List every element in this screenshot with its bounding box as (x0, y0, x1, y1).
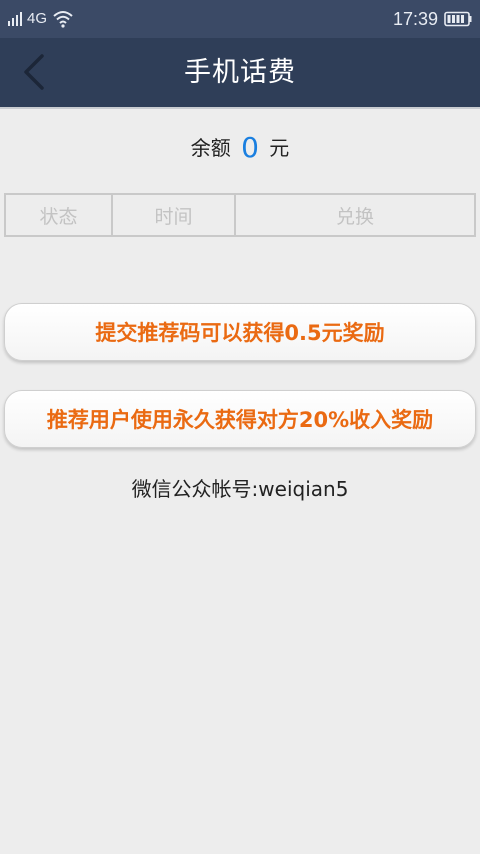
status-right: 17:39 (393, 8, 472, 30)
submit-referral-code-button[interactable]: 提交推荐码可以获得0.5元奖励 (4, 303, 476, 361)
records-table-header: 状态 时间 兑换 (4, 193, 476, 237)
refer-user-button[interactable]: 推荐用户使用永久获得对方20%收入奖励 (4, 390, 476, 448)
column-redeem: 兑换 (335, 205, 374, 228)
wechat-account-text: 微信公众帐号:weiqian5 (131, 477, 349, 501)
balance-unit: 元 (269, 136, 290, 160)
balance-value: 0 (241, 131, 259, 164)
network-type-label: 4G (27, 10, 48, 27)
battery-icon (444, 11, 472, 27)
column-time: 时间 (113, 195, 236, 235)
balance-row: 余额 0 元 (0, 128, 480, 168)
back-button[interactable] (14, 50, 58, 94)
chevron-left-icon (24, 54, 44, 90)
title-bar: 手机话费 (0, 38, 480, 109)
column-status: 状态 (6, 195, 113, 235)
page-title: 手机话费 (184, 57, 296, 88)
status-bar: 4G 17:39 (0, 0, 480, 38)
clock: 17:39 (392, 9, 438, 29)
status-left: 4G (8, 9, 74, 29)
wifi-icon (53, 11, 73, 28)
signal-icon (8, 12, 22, 26)
balance-label: 余额 (190, 136, 231, 160)
